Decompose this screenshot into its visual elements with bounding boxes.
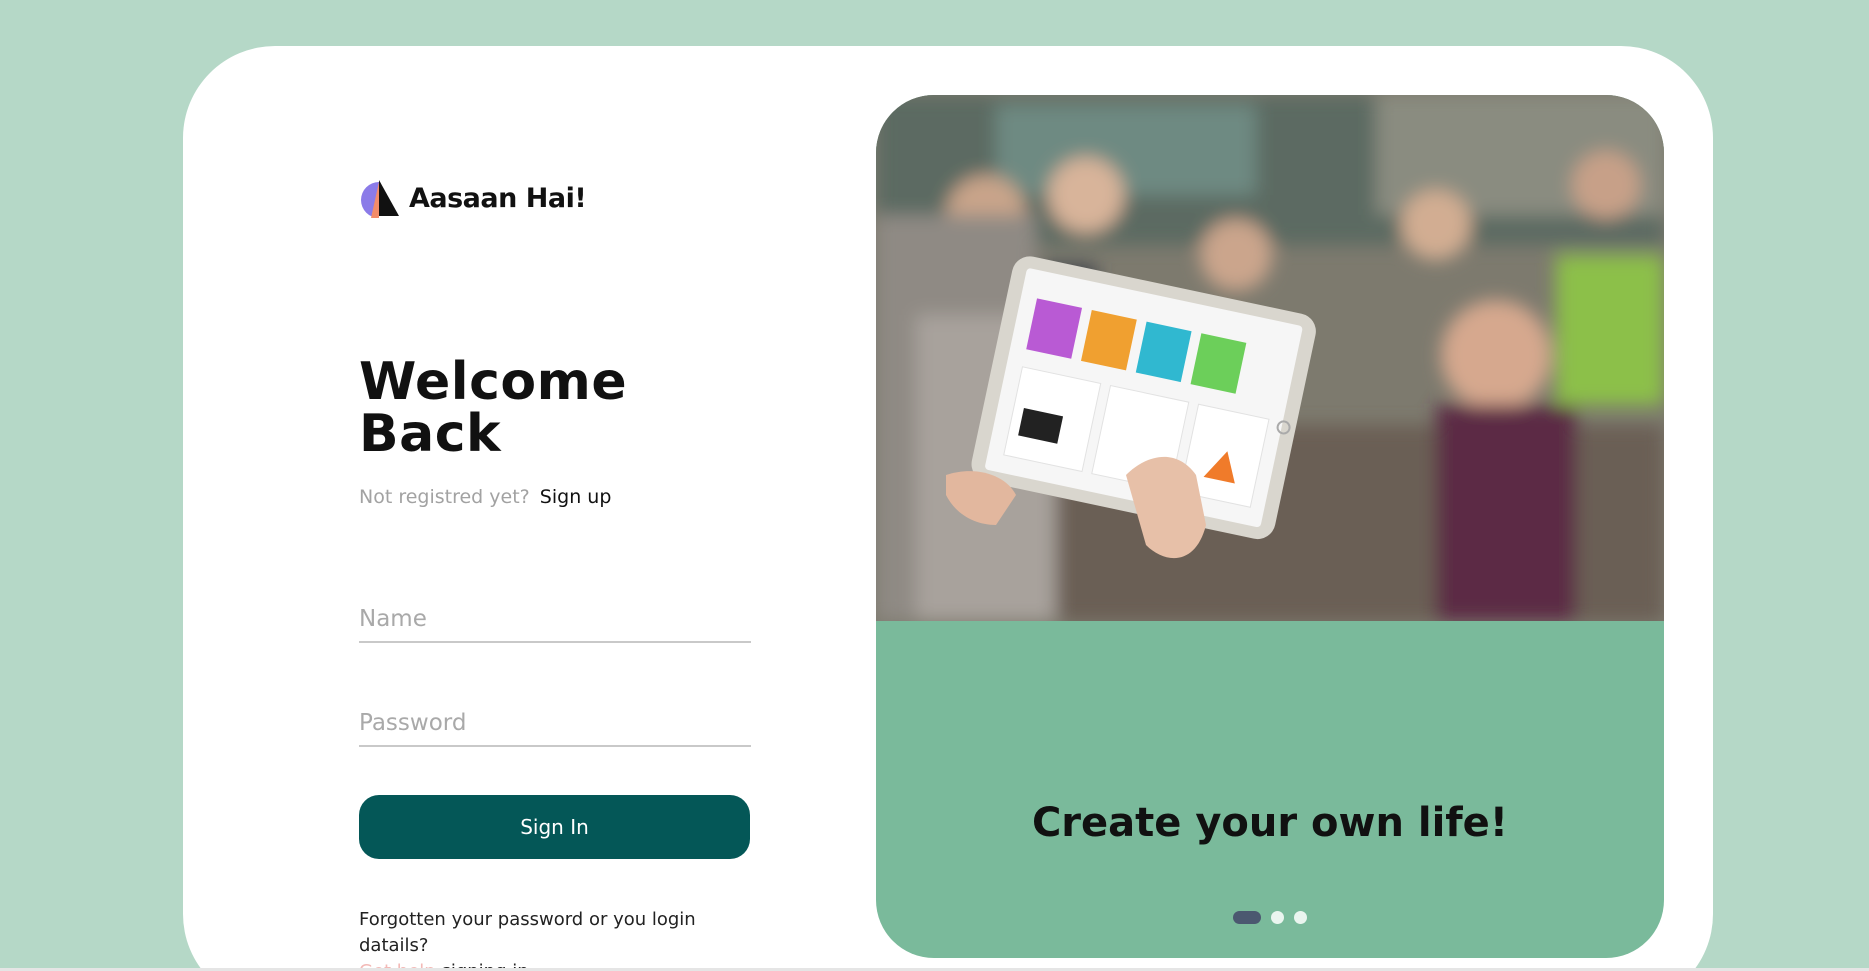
name-field <box>359 599 751 643</box>
carousel-dots <box>876 911 1664 924</box>
carousel-dot-1[interactable] <box>1233 911 1261 924</box>
signup-prompt: Not registred yet? <box>359 486 530 508</box>
login-panel: Aasaan Hai! Welcome Back Not registred y… <box>359 170 751 971</box>
carousel-dot-3[interactable] <box>1294 911 1307 924</box>
brand-name: Aasaan Hai! <box>409 182 587 214</box>
page-title: Welcome Back <box>359 352 628 464</box>
carousel-dot-2[interactable] <box>1271 911 1284 924</box>
promo-tagline: Create your own life! <box>1031 800 1509 846</box>
brand: Aasaan Hai! <box>359 170 751 226</box>
name-input[interactable] <box>359 599 751 639</box>
signup-link[interactable]: Sign up <box>540 486 612 508</box>
password-input[interactable] <box>359 703 751 743</box>
sail-logo-icon <box>361 180 399 218</box>
classroom-tablet-image <box>876 95 1664 621</box>
classroom-photo <box>876 95 1664 621</box>
promo-panel: Create your own life! <box>876 95 1664 958</box>
help-text: Forgotten your password or you login dat… <box>359 907 751 971</box>
help-question: Forgotten your password or you login dat… <box>359 909 696 956</box>
sign-in-button[interactable]: Sign In <box>359 795 750 859</box>
password-field <box>359 703 751 747</box>
signup-row: Not registred yet? Sign up <box>359 486 751 508</box>
